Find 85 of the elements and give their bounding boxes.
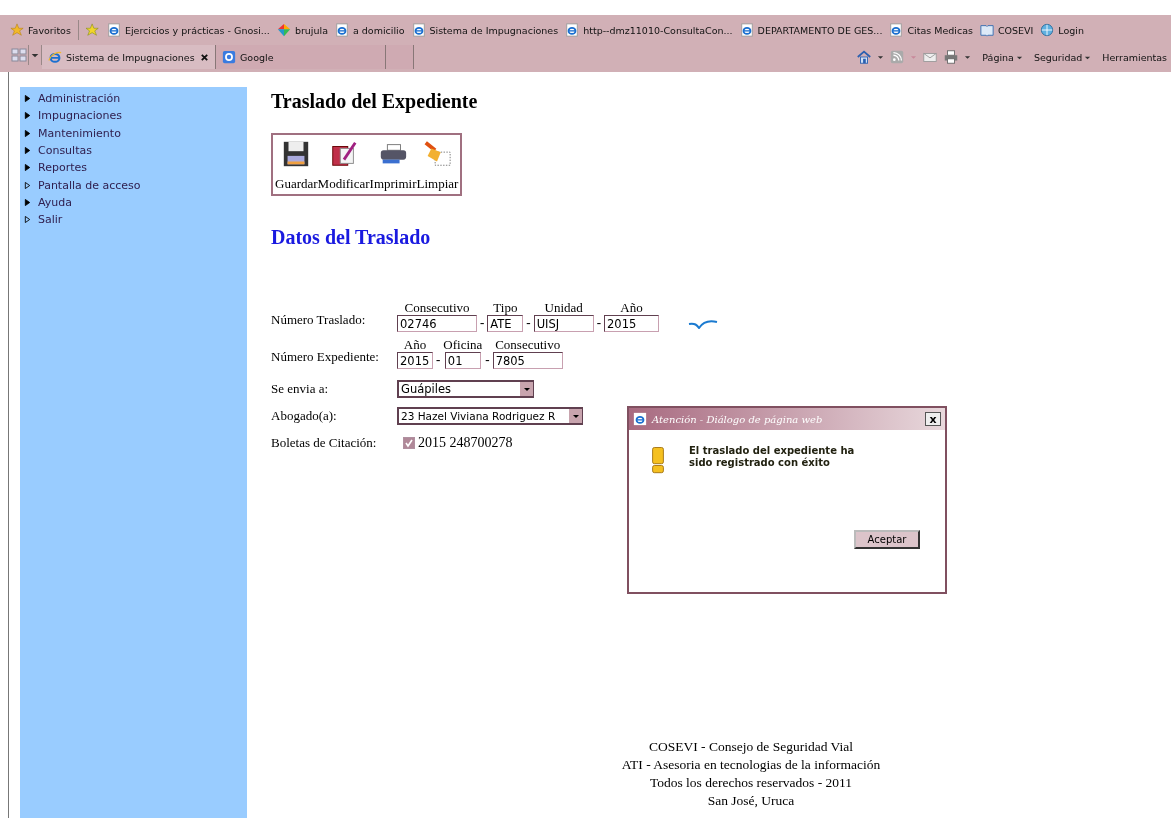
browser-page-icon <box>106 23 121 37</box>
book-icon <box>979 23 994 37</box>
feed-icon[interactable] <box>889 49 906 65</box>
menu-item[interactable]: Administración <box>24 90 247 108</box>
menu-item[interactable]: Pantalla de acceso <box>24 176 247 194</box>
dialog-message: El traslado del expediente ha sido registrado con éxito <box>689 445 856 470</box>
field-header: Oficina <box>443 338 483 352</box>
browser-tab[interactable]: Sistema de Impugnaciones <box>42 45 216 69</box>
field-label: Abogado(a): <box>271 407 338 424</box>
kite-icon <box>276 23 291 37</box>
field-label: Boletas de Citación: <box>271 434 378 451</box>
star-icon <box>10 23 24 37</box>
separator: - <box>525 315 532 331</box>
browser-page-icon <box>565 23 580 37</box>
checkmark-icon[interactable] <box>687 317 720 329</box>
separator: - <box>479 315 486 331</box>
field-header: Año <box>620 301 643 315</box>
input-field[interactable]: 7805 <box>492 352 563 369</box>
input-field[interactable]: UISJ <box>533 315 594 332</box>
favorite-link[interactable]: DEPARTAMENTO DE GES... <box>739 23 883 37</box>
favorites-button[interactable]: Favoritos <box>10 23 71 37</box>
menu-item[interactable]: Salir <box>24 211 247 229</box>
command-menu[interactable]: Página <box>982 51 1023 63</box>
broom-icon <box>422 139 453 169</box>
menu-item[interactable]: Reportes <box>24 159 247 177</box>
favorite-link[interactable]: brujula <box>276 23 328 37</box>
field-header: Consecutivo <box>495 338 561 352</box>
browser-page-icon <box>411 23 426 37</box>
favorite-link[interactable]: COSEVI <box>979 23 1034 37</box>
new-tab[interactable] <box>386 45 414 69</box>
favorite-link[interactable]: Login <box>1040 23 1084 37</box>
field-label: Se envia a: <box>271 380 330 397</box>
footer-text: Todos los derechos reservados - 2011 <box>649 774 853 792</box>
separator: - <box>435 352 442 368</box>
page-title: Traslado del Expediente <box>271 90 479 113</box>
menu-item[interactable]: Consultas <box>24 141 247 160</box>
browser-logo-icon <box>48 50 62 64</box>
field-header: Unidad <box>544 301 583 315</box>
menu-item[interactable]: Mantenimiento <box>24 124 247 142</box>
footer-text: ATI - Asesoria en tecnologias de la información <box>621 756 881 774</box>
section-title: Datos del Traslado <box>271 226 432 249</box>
home-icon[interactable] <box>856 49 873 65</box>
footer-text: San José, Uruca <box>707 792 795 810</box>
browser-page-icon <box>889 23 904 37</box>
printer-icon[interactable] <box>943 49 960 65</box>
input-field[interactable]: 2015 <box>604 315 660 332</box>
command-menu[interactable]: Herramientas <box>1102 51 1167 63</box>
menu-item[interactable]: Ayuda <box>24 193 247 212</box>
field-header: Tipo <box>493 301 518 315</box>
field-label: Número Traslado: <box>271 312 367 328</box>
separator: - <box>595 315 603 331</box>
favorite-link[interactable]: http--dmz11010-ConsultaCon... <box>565 23 733 37</box>
favorite-link[interactable]: Citas Medicas <box>889 23 973 37</box>
field-header: Consecutivo <box>404 301 470 315</box>
browser-tab[interactable]: Google <box>216 45 386 69</box>
separator: - <box>484 352 491 368</box>
close-button[interactable]: x <box>925 412 941 426</box>
toolbar-button[interactable]: Guardar <box>275 139 318 192</box>
footer-text: COSEVI - Consejo de Seguridad Vial <box>648 738 853 756</box>
dropdown[interactable]: Guápiles <box>397 379 534 398</box>
input-field[interactable]: 2015 <box>397 352 433 369</box>
input-field[interactable]: 02746 <box>397 315 477 332</box>
input-field[interactable]: 01 <box>444 352 481 369</box>
accept-button[interactable]: Aceptar <box>854 530 920 549</box>
favorite-link[interactable]: Ejercicios y prácticas - Gnosi... <box>106 23 270 37</box>
toolbar-button[interactable]: Modificar <box>317 139 370 192</box>
checkbox-label: 2015 248700278 <box>418 434 513 451</box>
toolbar-button[interactable]: Limpiar <box>416 139 459 192</box>
menu-item[interactable]: Impugnaciones <box>24 107 247 125</box>
close-icon[interactable] <box>200 52 209 62</box>
dropdown[interactable]: 23 Hazel Viviana Rodriguez R <box>397 406 583 425</box>
browser-icon <box>633 412 647 426</box>
command-menu[interactable]: Seguridad <box>1033 51 1092 63</box>
field-header: Año <box>403 338 427 352</box>
dialog-title: Atención - Diálogo de página web <box>652 413 824 425</box>
favorite-link[interactable]: a domicilio <box>334 23 405 37</box>
quick-tabs-icon[interactable] <box>10 45 29 65</box>
field-label: Número Expediente: <box>271 349 380 365</box>
globe-icon <box>1040 23 1055 37</box>
input-field[interactable]: ATE <box>487 315 524 332</box>
favorite-link[interactable]: Sistema de Impugnaciones <box>411 23 559 37</box>
browser-page-icon <box>739 23 754 37</box>
toolbar-button[interactable]: Imprimir <box>369 139 417 192</box>
search-logo-icon <box>222 50 236 64</box>
browser-page-icon <box>334 23 349 37</box>
